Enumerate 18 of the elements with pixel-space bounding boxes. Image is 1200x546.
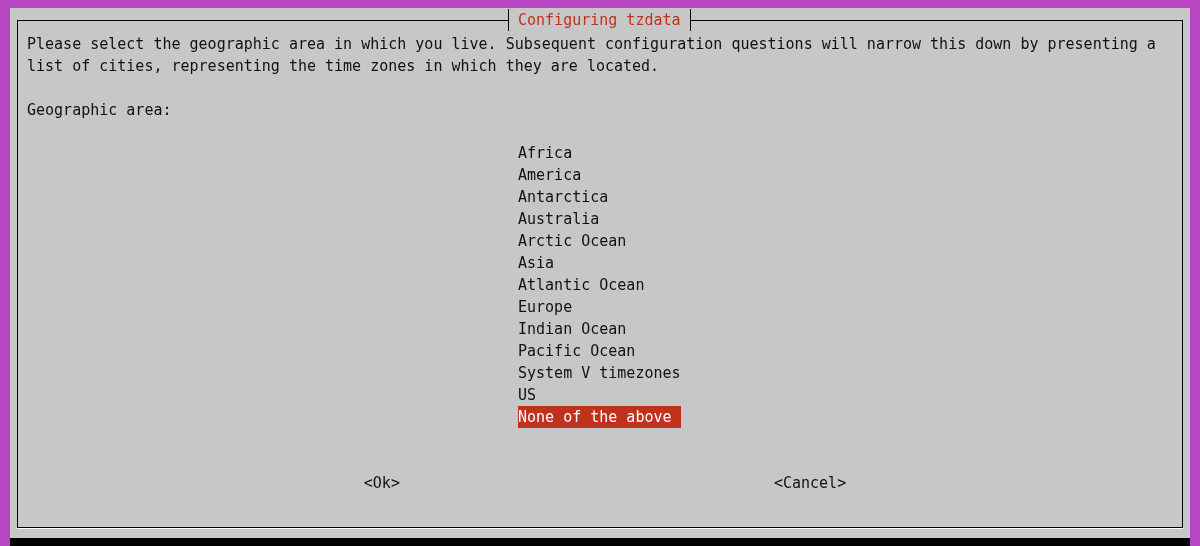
dialog-button[interactable]: <Ok> — [363, 472, 400, 494]
prompt-label: Geographic area: — [27, 100, 173, 121]
list-item[interactable]: America — [518, 164, 681, 186]
list-item[interactable]: Pacific Ocean — [518, 340, 681, 362]
list-item[interactable]: Arctic Ocean — [518, 230, 681, 252]
list-item[interactable]: Atlantic Ocean — [518, 274, 681, 296]
dialog-title: Configuring tzdata — [508, 9, 691, 31]
list-item[interactable]: Indian Ocean — [518, 318, 681, 340]
list-item[interactable]: None of the above — [518, 406, 681, 428]
list-item[interactable]: Australia — [518, 208, 681, 230]
list-item[interactable]: US — [518, 384, 681, 406]
list-item[interactable]: Europe — [518, 296, 681, 318]
list-item[interactable]: Africa — [518, 142, 681, 164]
list-item[interactable]: Antarctica — [518, 186, 681, 208]
list-item[interactable]: Asia — [518, 252, 681, 274]
list-item[interactable]: System V timezones — [518, 362, 681, 384]
dialog-message: Please select the geographic area in which you live. Subsequent configuration questions will narrow this down by presenting a list of cities, representing the time zones in which they are located. — [27, 34, 1157, 77]
dialog-button[interactable]: <Cancel> — [773, 472, 847, 494]
